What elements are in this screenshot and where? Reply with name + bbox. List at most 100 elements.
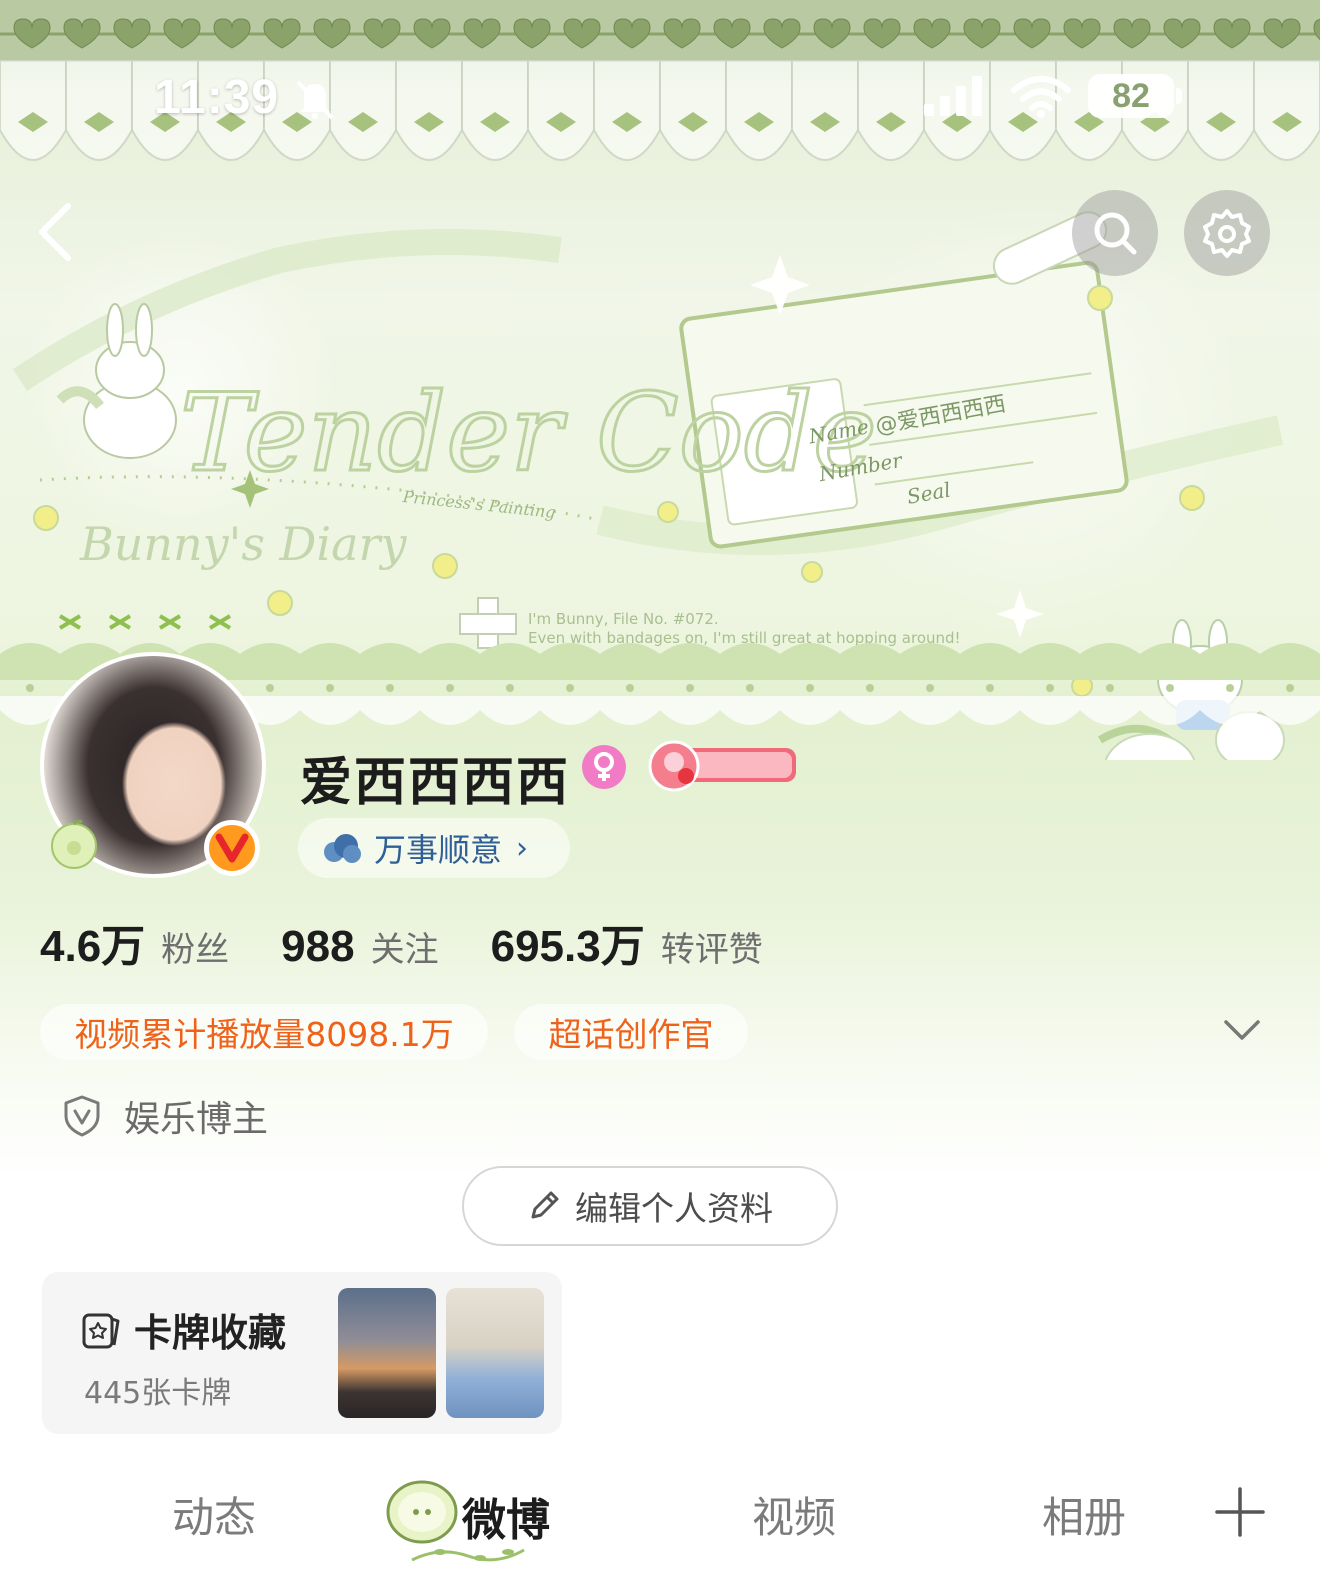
settings-button[interactable] xyxy=(1184,190,1270,276)
lace-scallop xyxy=(1020,643,1080,680)
apple-icon xyxy=(51,819,97,869)
lace-scallop xyxy=(540,696,600,725)
plus-icon[interactable] xyxy=(1214,1486,1266,1538)
battery-indicator: 82 xyxy=(1088,74,1174,118)
banner-subtitle: Bunny's Diary xyxy=(79,517,408,571)
stat-value: 4.6万 xyxy=(40,922,146,971)
verified-badge[interactable] xyxy=(204,820,260,876)
lace-dot xyxy=(506,684,514,692)
tab-dongtai[interactable]: 动态 xyxy=(172,1484,256,1545)
lace-scallop xyxy=(840,696,900,725)
lace-scallop xyxy=(660,643,720,680)
lace-scallop xyxy=(900,643,960,680)
search-button[interactable] xyxy=(1072,190,1158,276)
card-collection-count: 445张卡牌 xyxy=(84,1376,232,1411)
lace-dot xyxy=(866,684,874,692)
lace-scallop xyxy=(420,696,480,725)
lace-dot xyxy=(326,684,334,692)
card-thumbnail[interactable] xyxy=(338,1288,436,1418)
pencil-icon xyxy=(531,1191,559,1219)
lace-scallop xyxy=(1140,643,1200,680)
profile-banner: Tender Code Bunny's Diary Princess's Pai… xyxy=(0,0,1320,1180)
lace-dot xyxy=(1226,684,1234,692)
lace-scallop xyxy=(600,696,660,725)
lace-scallop xyxy=(1080,696,1140,725)
v-verified-icon xyxy=(215,833,249,863)
lace-dot xyxy=(806,684,814,692)
super-topic-tag[interactable]: 超话创作官 xyxy=(514,1004,748,1060)
shield-icon xyxy=(64,1095,100,1137)
battery-cap xyxy=(1176,88,1182,104)
lace-scallop xyxy=(660,696,720,725)
lace-dot xyxy=(566,684,574,692)
status-pill[interactable]: 万事顺意 › xyxy=(298,818,570,878)
stat-label: 粉丝 xyxy=(161,930,230,970)
lace-dot xyxy=(386,684,394,692)
card-thumbnail[interactable] xyxy=(446,1288,544,1418)
profile-name: 爱西西西西 xyxy=(300,753,571,813)
lace-scallop xyxy=(840,643,900,680)
tab-weibo[interactable]: 微博 xyxy=(462,1484,550,1548)
stat-following[interactable]: 988 关注 xyxy=(281,922,438,972)
search-icon xyxy=(1094,212,1137,255)
lace-scallop xyxy=(1200,643,1260,680)
lace-scallop xyxy=(960,696,1020,725)
card-title-row: 卡牌收藏 xyxy=(80,1302,286,1357)
stat-label: 转评赞 xyxy=(660,930,763,970)
lace-dot xyxy=(1286,684,1294,692)
tab-album[interactable]: 相册 xyxy=(1042,1484,1126,1545)
stat-engagement[interactable]: 695.3万 转评赞 xyxy=(491,910,763,974)
lace-dot xyxy=(1106,684,1114,692)
edit-profile-label: 编辑个人资料 xyxy=(575,1189,773,1228)
profile-stats: 4.6万 粉丝 988 关注 695.3万 转评赞 xyxy=(40,910,815,972)
cloud-icon xyxy=(324,834,361,863)
lace-scallop xyxy=(900,696,960,725)
video-plays-tag[interactable]: 视频累计播放量8098.1万 xyxy=(40,1004,488,1060)
bell-muted-icon xyxy=(296,80,334,120)
lace-scallop xyxy=(1260,696,1320,725)
stat-value: 988 xyxy=(281,922,355,971)
apple-icon xyxy=(386,1480,458,1544)
member-badge[interactable] xyxy=(640,738,800,794)
lace-dot xyxy=(266,684,274,692)
lace-scallop xyxy=(1260,643,1320,680)
back-button[interactable] xyxy=(28,200,88,264)
profile-tabs: 动态 微博 视频 相册 xyxy=(0,1470,1320,1580)
stat-followers[interactable]: 4.6万 粉丝 xyxy=(40,910,229,974)
card-icon xyxy=(82,1313,120,1348)
lace-scallop xyxy=(960,643,1020,680)
lace-scallop xyxy=(300,643,360,680)
stat-value: 695.3万 xyxy=(490,922,645,971)
lace-scallop xyxy=(360,643,420,680)
chevron-down-icon[interactable] xyxy=(1222,1016,1262,1046)
lace-scallop xyxy=(360,696,420,725)
banner-file-line: I'm Bunny, File No. #072. xyxy=(528,610,719,628)
lace-dot xyxy=(686,684,694,692)
lace-scallop xyxy=(1080,643,1140,680)
lace-scallop xyxy=(300,696,360,725)
vine-decoration xyxy=(411,1548,525,1562)
lace-scallop xyxy=(420,643,480,680)
stat-label: 关注 xyxy=(370,930,439,970)
lace-dot xyxy=(626,684,634,692)
tab-video[interactable]: 视频 xyxy=(752,1484,836,1545)
category-label: 娱乐博主 xyxy=(124,1099,269,1140)
lace-dot xyxy=(446,684,454,692)
profile-page: Tender Code Bunny's Diary Princess's Pai… xyxy=(0,0,1320,1592)
category-row[interactable]: 娱乐博主 xyxy=(62,1090,268,1142)
lace-scallop xyxy=(720,696,780,725)
status-label: 万事顺意 xyxy=(374,831,503,869)
lace-dot xyxy=(1166,684,1174,692)
wifi-icon xyxy=(1011,76,1071,118)
lace-dot xyxy=(926,684,934,692)
lace-dot xyxy=(746,684,754,692)
lace-scallop xyxy=(1020,696,1080,725)
lace-scallop xyxy=(1140,696,1200,725)
status-time: 11:39 xyxy=(154,71,280,124)
card-collection[interactable]: 卡牌收藏 445张卡牌 xyxy=(42,1272,562,1434)
lace-dot xyxy=(1046,684,1054,692)
female-icon xyxy=(582,745,626,789)
lace-scallop xyxy=(1200,696,1260,725)
edit-profile-button[interactable]: 编辑个人资料 xyxy=(462,1166,838,1246)
bunny-illustration xyxy=(56,303,177,459)
